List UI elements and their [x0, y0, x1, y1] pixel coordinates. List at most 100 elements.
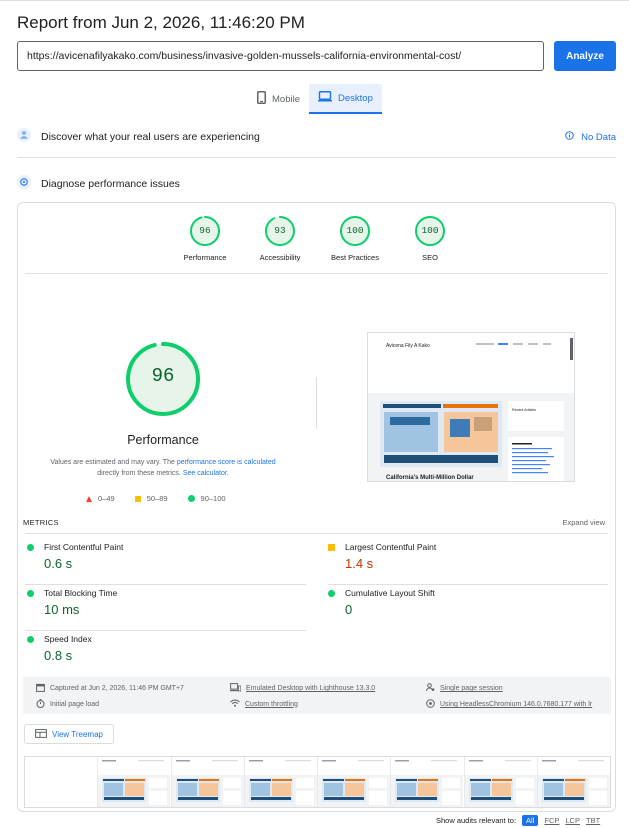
- captured-item: Captured at Jun 2, 2026, 11:46 PM GMT+7: [36, 683, 184, 694]
- metric-name: Speed Index: [44, 634, 92, 644]
- load-text: Initial page load: [50, 701, 100, 708]
- average-square-icon: [328, 543, 335, 551]
- gauge-label: Best Practices: [331, 253, 379, 262]
- gauge-seo[interactable]: 100 SEO: [395, 215, 465, 262]
- gauge-label: Performance: [183, 253, 227, 262]
- desktop-icon: [318, 91, 332, 105]
- frame-thumbnail: [98, 757, 171, 807]
- metric-value: 0: [345, 602, 353, 617]
- metric-name: Total Blocking Time: [44, 588, 118, 598]
- treemap-label: View Treemap: [52, 729, 103, 739]
- frame-thumbnail: [391, 757, 464, 807]
- session-item[interactable]: Single page session: [426, 683, 503, 694]
- filter-lcp[interactable]: LCP: [565, 816, 580, 825]
- legend-pass: 90–100: [187, 494, 226, 503]
- field-data-heading: Discover what your real users are experi…: [41, 131, 260, 143]
- throttling-item[interactable]: Custom throttling: [230, 699, 298, 709]
- performance-title: Performance: [127, 433, 199, 447]
- treemap-icon: [35, 728, 47, 740]
- disclaimer-text-2: directly from these metrics.: [97, 470, 181, 477]
- filmstrip-frame: [318, 757, 392, 807]
- frame-thumbnail: [537, 757, 610, 807]
- gauge-score: 100: [421, 225, 439, 236]
- metric-divider: [328, 584, 608, 585]
- emulation-text: Emulated Desktop with Lighthouse 13.3.0: [246, 685, 376, 692]
- browser-icon: [426, 699, 435, 710]
- analyze-button[interactable]: Analyze: [554, 41, 616, 71]
- view-treemap-button[interactable]: View Treemap: [24, 724, 114, 744]
- filmstrip-frame: [464, 757, 538, 807]
- final-screenshot[interactable]: Avicena Fily A Kako Recent Articles Cali…: [367, 332, 575, 482]
- pass-circle-icon: [27, 635, 34, 643]
- gauge-accessibility[interactable]: 93 Accessibility: [245, 215, 315, 262]
- diagnose-icon: [17, 174, 31, 194]
- report-title: Report from Jun 2, 2026, 11:46:20 PM: [17, 13, 305, 32]
- session-text: Single page session: [440, 685, 503, 692]
- filter-tbt[interactable]: TBT: [586, 816, 600, 825]
- wifi-icon: [230, 699, 240, 709]
- page-thumbnail: Avicena Fily A Kako Recent Articles Cali…: [368, 333, 574, 481]
- score-legend: 0–49 50–89 90–100: [86, 494, 246, 503]
- disclaimer-text: Values are estimated and may vary. The: [50, 459, 175, 466]
- svg-text:Avicena Fily A Kako: Avicena Fily A Kako: [386, 343, 430, 349]
- circle-icon: [187, 495, 195, 502]
- url-input[interactable]: [17, 41, 544, 71]
- score-calc-link[interactable]: performance score is calculated: [177, 459, 276, 466]
- metric-name: Largest Contentful Paint: [345, 542, 437, 552]
- emulation-item[interactable]: Emulated Desktop with Lighthouse 13.3.0: [230, 683, 375, 694]
- legend-average: 50–89: [134, 494, 168, 503]
- gauge-score: 100: [346, 225, 364, 236]
- triangle-icon: [86, 495, 92, 502]
- throttling-text: Custom throttling: [245, 700, 298, 708]
- filter-all[interactable]: All: [522, 815, 539, 826]
- metric-cls: Cumulative Layout Shift 0: [328, 588, 598, 634]
- tab-desktop[interactable]: Desktop: [309, 84, 382, 114]
- browser-text: Using HeadlessChromium 146.0.7680.177 wi…: [440, 701, 593, 708]
- mobile-icon: [257, 91, 266, 107]
- tab-mobile[interactable]: Mobile: [248, 84, 309, 114]
- metric-value: 1.4 s: [345, 556, 374, 571]
- field-data-status[interactable]: No Data: [565, 131, 616, 143]
- gauge-best-practices[interactable]: 100 Best Practices: [320, 215, 390, 262]
- frame-thumbnail: [171, 757, 244, 807]
- devices-icon: [230, 683, 242, 694]
- metric-tbt: Total Blocking Time 10 ms: [27, 588, 297, 634]
- category-gauges: 96 Performance 93 Accessibility 100 Best…: [18, 215, 617, 273]
- square-icon: [134, 495, 141, 502]
- timer-icon: [36, 699, 45, 710]
- filmstrip-frame: [391, 757, 465, 807]
- browser-item[interactable]: Using HeadlessChromium 146.0.7680.177 wi…: [426, 699, 592, 710]
- frame-thumbnail: [318, 757, 390, 807]
- metrics-heading: METRICS: [23, 518, 59, 527]
- svg-text:Recent Articles: Recent Articles: [512, 408, 536, 412]
- metric-divider: [25, 584, 306, 585]
- frame-thumbnail: [464, 757, 537, 807]
- filmstrip-frame: [171, 757, 245, 807]
- filmstrip-frame: [537, 757, 610, 807]
- load-item: Initial page load: [36, 699, 99, 710]
- gauge-label: Accessibility: [259, 253, 301, 262]
- expand-view-toggle[interactable]: Expand view: [562, 518, 605, 527]
- no-data-label: No Data: [581, 131, 616, 143]
- pagespeed-report: Report from Jun 2, 2026, 11:46:20 PM Ana…: [0, 0, 629, 828]
- pass-circle-icon: [328, 589, 335, 597]
- field-data-row[interactable]: Discover what your real users are experi…: [17, 127, 616, 146]
- lab-data-row: Diagnose performance issues: [17, 174, 616, 194]
- metric-lcp: Largest Contentful Paint 1.4 s: [328, 542, 598, 588]
- lab-report-card: 96 Performance 93 Accessibility 100 Best…: [17, 202, 616, 812]
- calculator-link[interactable]: See calculator.: [183, 470, 229, 477]
- metric-value: 10 ms: [44, 602, 80, 617]
- vertical-divider: [316, 377, 317, 429]
- gauge-label: SEO: [422, 253, 438, 262]
- gauge-score: 96: [199, 225, 211, 236]
- legend-fail: 0–49: [86, 494, 115, 503]
- gauge-performance[interactable]: 96 Performance: [170, 215, 240, 262]
- filter-fcp[interactable]: FCP: [544, 816, 559, 825]
- info-icon: [565, 131, 574, 143]
- metric-value: 0.8 s: [44, 648, 73, 663]
- filmstrip-frame: [98, 757, 172, 807]
- filmstrip-frame: [244, 757, 318, 807]
- lab-data-heading: Diagnose performance issues: [41, 178, 180, 190]
- tab-desktop-label: Desktop: [338, 92, 373, 104]
- device-tabs: Mobile Desktop: [248, 84, 382, 114]
